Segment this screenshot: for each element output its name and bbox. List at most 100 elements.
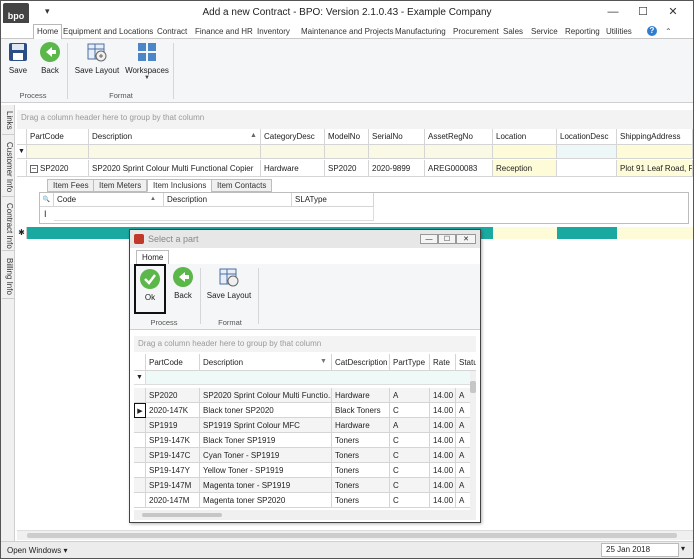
column-header-modelno[interactable]: ModelNo — [325, 129, 369, 145]
dialog-minimize-button[interactable]: — — [420, 234, 438, 244]
ok-button[interactable]: Ok — [134, 264, 166, 314]
tab-service[interactable]: Service — [531, 25, 558, 39]
dialog-horizontal-scrollbar[interactable] — [134, 510, 476, 520]
filter-icon[interactable]: ▼ — [134, 371, 146, 385]
dialog-close-button[interactable]: ✕ — [456, 234, 476, 244]
tab-utilities[interactable]: Utilities — [606, 25, 632, 39]
horizontal-scrollbar[interactable] — [17, 530, 693, 540]
scrollbar-thumb[interactable] — [142, 513, 222, 517]
dialog-tab-home[interactable]: Home — [136, 250, 170, 264]
tab-home[interactable]: Home — [33, 24, 63, 39]
workspaces-button[interactable]: Workspaces ▼ — [125, 41, 169, 81]
table-cell[interactable]: Hardware — [332, 388, 390, 403]
table-cell[interactable]: 14.00 — [430, 433, 456, 448]
table-cell[interactable]: C — [390, 403, 430, 418]
tab-item-fees[interactable]: Item Fees — [47, 179, 95, 192]
filter-cell[interactable] — [369, 145, 425, 159]
side-tab-contract-info[interactable]: Contract Info — [2, 201, 14, 251]
expand-collapse-icon[interactable]: − — [30, 165, 38, 173]
filter-cell[interactable] — [325, 145, 369, 159]
minimize-button[interactable]: — — [603, 5, 623, 19]
table-cell[interactable]: Cyan Toner - SP1919 — [200, 448, 332, 463]
scrollbar-thumb[interactable] — [470, 381, 476, 393]
column-header-description[interactable]: Description — [200, 354, 332, 371]
table-cell[interactable]: AREG000083 — [425, 160, 493, 177]
table-cell[interactable]: Reception — [493, 160, 557, 177]
tab-sales[interactable]: Sales — [503, 25, 523, 39]
table-cell[interactable]: 14.00 — [430, 448, 456, 463]
table-cell[interactable]: Toners — [332, 493, 390, 508]
tab-contract[interactable]: Contract — [157, 25, 187, 39]
tab-manufacturing[interactable]: Manufacturing — [395, 25, 446, 39]
filter-cell[interactable] — [425, 145, 493, 159]
table-cell[interactable]: SP19-147M — [146, 478, 200, 493]
column-header-status[interactable]: Status — [456, 354, 476, 371]
column-header-partcode[interactable]: PartCode — [146, 354, 200, 371]
new-row-cell[interactable] — [493, 227, 557, 239]
close-button[interactable]: ✕ — [663, 5, 683, 19]
filter-cell[interactable] — [27, 145, 89, 159]
table-cell[interactable]: Black toner SP2020 — [200, 403, 332, 418]
column-header-assetregno[interactable]: AssetRegNo — [425, 129, 493, 145]
table-cell[interactable]: C — [390, 493, 430, 508]
column-header-catdescription[interactable]: CatDescription — [332, 354, 390, 371]
column-header-description[interactable]: Description — [89, 129, 261, 145]
table-cell[interactable]: SP2020 — [146, 388, 200, 403]
table-cell[interactable]: 14.00 — [430, 493, 456, 508]
column-header-serialno[interactable]: SerialNo — [369, 129, 425, 145]
vertical-scrollbar[interactable] — [470, 371, 476, 520]
scrollbar-thumb[interactable] — [27, 533, 677, 538]
group-by-panel[interactable]: Drag a column header here to group by th… — [17, 110, 693, 129]
tab-reporting[interactable]: Reporting — [565, 25, 600, 39]
table-cell[interactable]: Yellow Toner - SP1919 — [200, 463, 332, 478]
save-button[interactable]: Save — [5, 41, 31, 75]
table-row[interactable]: SP2020 SP2020 Sprint Colour Multi Functio… — [134, 388, 476, 403]
table-cell[interactable]: Magenta toner SP2020 — [200, 493, 332, 508]
table-row[interactable]: SP19-147Y Yellow Toner - SP1919 Toners C 14.… — [134, 463, 476, 478]
table-cell[interactable]: Black Toners — [332, 403, 390, 418]
table-cell[interactable]: Magenta toner - SP1919 — [200, 478, 332, 493]
table-cell[interactable]: SP2020 Sprint Colour Multi Functional Co… — [89, 160, 261, 177]
tab-maintenance-and-projects[interactable]: Maintenance and Projects — [301, 25, 394, 39]
tab-item-meters[interactable]: Item Meters — [93, 179, 148, 192]
filter-cell[interactable] — [493, 145, 557, 159]
tab-item-contacts[interactable]: Item Contacts — [211, 179, 273, 192]
column-header-shippingaddress[interactable]: ShippingAddress — [617, 129, 693, 145]
table-cell[interactable] — [557, 160, 617, 177]
column-header-description[interactable]: Description — [164, 193, 292, 207]
table-cell[interactable]: 14.00 — [430, 478, 456, 493]
dialog-save-layout-button[interactable]: Save Layout — [204, 266, 254, 300]
help-icon[interactable]: ? — [647, 26, 657, 36]
ribbon-collapse-icon[interactable]: ⌃ — [665, 25, 672, 39]
filter-icon[interactable]: ▼ — [17, 145, 27, 159]
column-header-locationdesc[interactable]: LocationDesc — [557, 129, 617, 145]
dialog-group-by-panel[interactable]: Drag a column header here to group by th… — [134, 336, 476, 352]
tab-procurement[interactable]: Procurement — [453, 25, 499, 39]
table-cell[interactable]: Toners — [332, 463, 390, 478]
column-header-slatype[interactable]: SLAType — [292, 193, 374, 207]
table-cell[interactable]: C — [390, 433, 430, 448]
side-tab-billing-info[interactable]: Billing Info — [2, 255, 14, 299]
table-row[interactable]: SP1919 SP1919 Sprint Colour MFC Hardware A 1… — [134, 418, 476, 433]
table-cell[interactable]: A — [390, 388, 430, 403]
table-row[interactable]: SP19-147C Cyan Toner - SP1919 Toners C 14.00… — [134, 448, 476, 463]
maximize-button[interactable]: ☐ — [633, 5, 653, 19]
filter-icon[interactable]: ▼ — [320, 358, 327, 365]
tab-inventory[interactable]: Inventory — [257, 25, 290, 39]
table-row[interactable]: SP19-147M Magenta toner - SP1919 Toners C 14… — [134, 478, 476, 493]
table-cell[interactable]: 2020-9899 — [369, 160, 425, 177]
new-row[interactable] — [54, 207, 374, 221]
column-header-rate[interactable]: Rate — [430, 354, 456, 371]
table-cell[interactable]: Black Toner SP1919 — [200, 433, 332, 448]
table-cell[interactable]: A — [390, 418, 430, 433]
table-cell[interactable]: Toners — [332, 478, 390, 493]
column-header-partcode[interactable]: PartCode — [27, 129, 89, 145]
chevron-down-icon[interactable]: ▾ — [681, 544, 685, 553]
table-cell[interactable]: SP2020 Sprint Colour Multi Functio... — [200, 388, 332, 403]
tab-item-inclusions[interactable]: Item Inclusions — [147, 179, 213, 192]
table-cell[interactable]: − SP2020 — [27, 160, 89, 177]
column-header-location[interactable]: Location — [493, 129, 557, 145]
open-windows-menu[interactable]: Open Windows ▾ — [7, 546, 67, 555]
table-cell[interactable]: 14.00 — [430, 463, 456, 478]
table-cell[interactable]: SP2020 — [325, 160, 369, 177]
